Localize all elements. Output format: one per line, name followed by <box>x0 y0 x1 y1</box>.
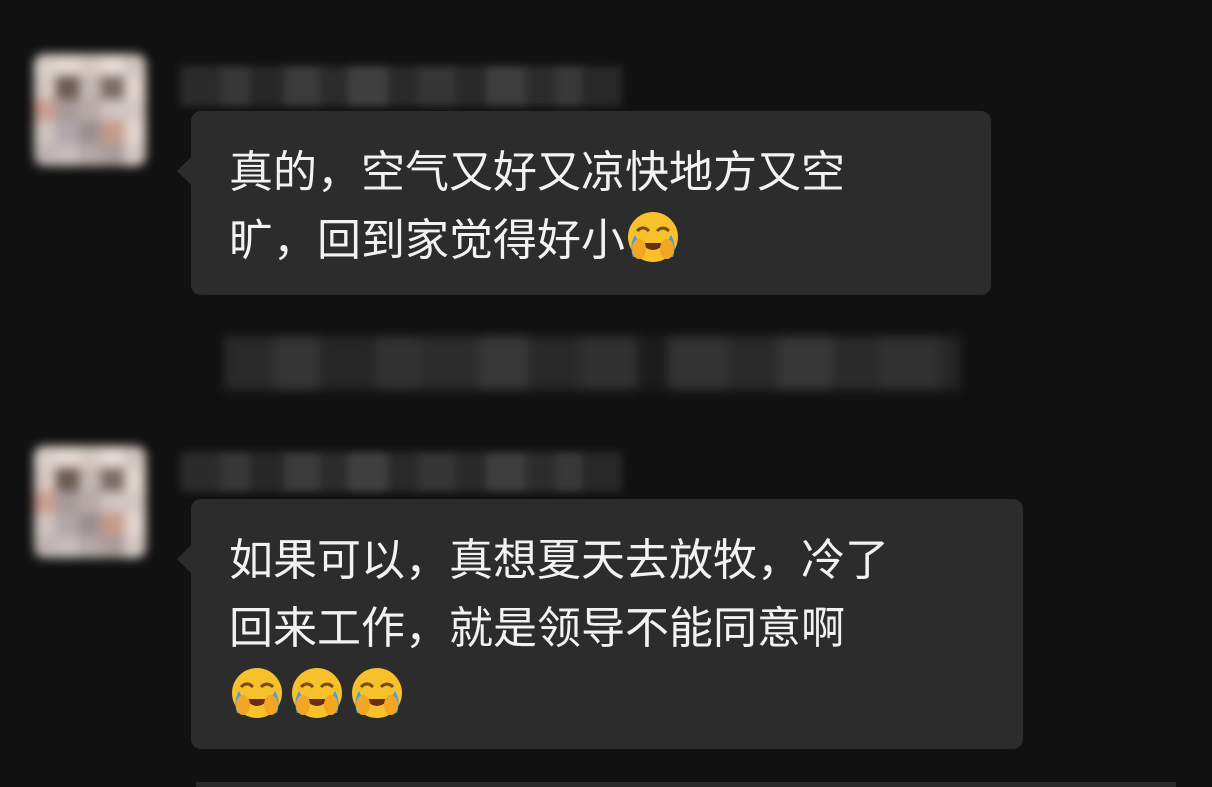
chat-window: 真的，空气又好又凉快地方又空 旷，回到家觉得好小 如果可以，真想夏天去放牧，冷了… <box>0 0 1212 787</box>
message-text-line: 回来工作，就是领导不能同意啊 <box>229 603 845 654</box>
avatar[interactable] <box>34 54 146 166</box>
message-text: 旷，回到家觉得好小 <box>229 215 625 266</box>
sender-name-redacted <box>180 452 622 492</box>
face-with-tears-emoji <box>625 209 681 285</box>
avatar[interactable] <box>34 446 146 558</box>
face-with-tears-emoji <box>229 665 285 741</box>
message-text-line: 如果可以，真想夏天去放牧，冷了 <box>229 535 889 586</box>
face-with-tears-emoji <box>289 665 345 741</box>
message-text-line: 旷，回到家觉得好小 <box>229 207 955 285</box>
timestamp-redacted <box>224 336 960 390</box>
message-emoji-line <box>229 663 987 741</box>
message-text-line: 真的，空气又好又凉快地方又空 <box>229 147 845 198</box>
sender-name-redacted <box>180 66 622 106</box>
message-bubble[interactable]: 如果可以，真想夏天去放牧，冷了 回来工作，就是领导不能同意啊 <box>177 499 1023 749</box>
next-message-edge <box>196 782 1176 787</box>
face-with-tears-emoji <box>349 665 405 741</box>
message-bubble[interactable]: 真的，空气又好又凉快地方又空 旷，回到家觉得好小 <box>177 111 991 295</box>
